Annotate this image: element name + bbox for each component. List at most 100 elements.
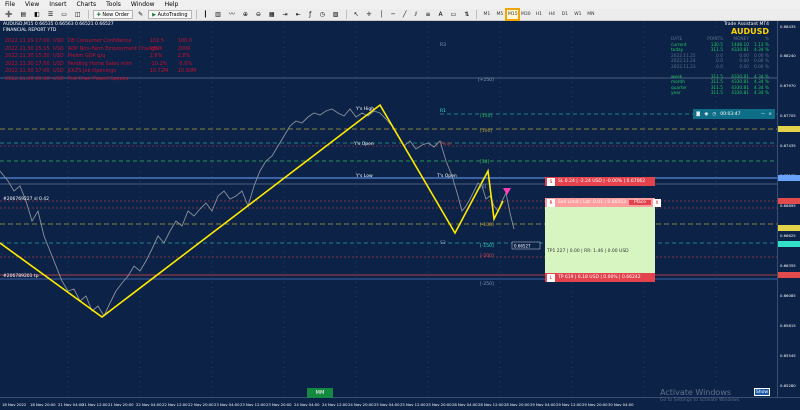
order-entry-tag[interactable]: R	[547, 198, 555, 207]
time-axis-label: 21 Nov 04:00	[58, 402, 84, 407]
tag-50: [50]	[480, 159, 489, 165]
news-currency: USD	[53, 60, 64, 67]
trendline-icon[interactable]: ╱	[400, 10, 410, 19]
vertical-line-icon[interactable]: │	[377, 10, 387, 19]
time-axis-label: 30 Nov 04:00	[608, 402, 634, 407]
bar-chart-icon[interactable]: ┃	[201, 10, 211, 19]
news-forecast	[150, 76, 174, 84]
menu-window[interactable]: Window	[126, 0, 160, 9]
menu-tools[interactable]: Tools	[101, 0, 126, 9]
arrows-icon[interactable]: ⇅	[461, 10, 472, 19]
timeframe-m30[interactable]: M30	[520, 10, 531, 19]
order-entry-label: Sell Limit | Lot: 0.01 | 0.66553	[558, 200, 626, 205]
minimize-icon[interactable]: —	[761, 112, 766, 117]
time-axis-label: 29 Nov 04:00	[530, 402, 556, 407]
timer-group: ◙ ◉ ◷ 00:03:47	[696, 112, 740, 117]
stats-row-year: year 311.5 4330.81 4.34 %	[649, 91, 769, 97]
menu-view[interactable]: View	[20, 0, 44, 9]
level-pivot-label: Pivot	[440, 141, 451, 147]
trade-assistant-panel: Trade Assistant MT4 AUDUSD DATE POINTS M…	[649, 22, 769, 97]
tile-icon[interactable]: ▦	[266, 10, 278, 19]
news-currency: USD	[53, 68, 64, 75]
fibonacci-icon[interactable]: ≡	[423, 10, 434, 19]
news-date: 2022.11.30 17:00	[5, 68, 50, 75]
menu-file[interactable]: File	[0, 0, 20, 9]
templates-icon[interactable]: ▧	[330, 10, 342, 19]
activate-windows-watermark: Activate Windows	[660, 388, 732, 397]
chart-canvas[interactable]: R3 R1 Pivot S3 Y's High Y's Open Y's Low…	[0, 21, 777, 397]
timeframe-h4[interactable]: H4	[546, 10, 557, 19]
news-previous: 200K	[177, 45, 191, 52]
toolbar-divider	[87, 10, 89, 19]
ts-open-label: T's Open	[436, 173, 457, 179]
crosshair-icon[interactable]: ✛	[364, 10, 375, 19]
tag-plus-250: [+250]	[478, 77, 494, 83]
metaeditor-icon[interactable]: ✎	[135, 10, 146, 19]
mm-button[interactable]: MM	[307, 388, 333, 398]
menu-insert[interactable]: Insert	[44, 0, 71, 9]
order-tp-tag[interactable]: L	[547, 273, 555, 282]
new-order-button[interactable]: ✚ New Order	[92, 10, 134, 19]
camera-icon[interactable]: ◙	[696, 112, 700, 117]
price-series-line	[0, 108, 515, 317]
label-icon[interactable]: ▭	[448, 10, 460, 19]
news-currency: USD	[53, 38, 64, 44]
chart-symbol-header: AUDUSD,M15 0.66535 0.66563 0.66521 0.665…	[3, 22, 114, 27]
timeframe-mn[interactable]: MN	[585, 10, 596, 19]
profiles-icon[interactable]: ▤	[17, 10, 29, 19]
timeframe-h1[interactable]: H1	[533, 10, 544, 19]
time-axis-label: 22 Nov 04:00	[136, 402, 162, 407]
price-tag-yellow	[778, 126, 800, 132]
news-currency: USD	[53, 75, 64, 82]
news-row: 2022.11.30 15:30 USD Prelim GDP q/q 2.6% 2.8…	[5, 53, 202, 61]
close-order-button[interactable]: X	[652, 198, 661, 207]
price-axis-label: 0.65280	[780, 383, 796, 388]
equidistant-channel-icon[interactable]: ⫽	[412, 10, 421, 19]
order-profit-zone-lower	[545, 256, 655, 273]
timeframe-m1[interactable]: M1	[481, 10, 492, 19]
timeframe-m5[interactable]: M5	[494, 10, 505, 19]
timeframe-d1[interactable]: D1	[559, 10, 570, 19]
place-button[interactable]: Place	[629, 200, 651, 205]
order-entry-row[interactable]: R Sell Limit | Lot: 0.01 | 0.66553 Place…	[545, 198, 661, 207]
new-order-label: New Order	[102, 11, 130, 18]
timeframe-w1[interactable]: W1	[572, 10, 583, 19]
news-previous: -5.0%	[177, 60, 193, 67]
tester-icon[interactable]: ◫	[72, 10, 84, 19]
horizontal-line-icon[interactable]: ─	[388, 10, 398, 19]
autoscroll-icon[interactable]: ⇥	[280, 10, 291, 19]
news-previous: 10.30M	[177, 68, 197, 75]
terminal-icon[interactable]: ▭	[58, 10, 70, 19]
chart-shift-icon[interactable]: ⇤	[293, 10, 304, 19]
stats-money: 4330.81	[731, 91, 749, 97]
news-forecast: -10.2%	[149, 60, 168, 67]
cursor-icon[interactable]: ↖	[351, 10, 362, 19]
price-axis-label: 0.68435	[780, 24, 796, 29]
menu-charts[interactable]: Charts	[72, 0, 102, 9]
time-axis-label: 23 Nov 20:00	[266, 402, 292, 407]
new-chart-icon[interactable]: ➕	[2, 10, 15, 19]
eye-icon[interactable]: ◉	[704, 112, 708, 117]
time-axis-label: 21 Nov 20:00	[108, 402, 134, 407]
market-watch-icon[interactable]: ◧	[31, 10, 43, 19]
news-row: 2022.11.30 17:00 USD Pending Home Sales m/…	[5, 61, 202, 69]
indicators-icon[interactable]: ƒ	[306, 10, 315, 19]
zoom-in-icon[interactable]: ⊕	[240, 10, 251, 19]
timeframe-m15[interactable]: M15	[505, 8, 521, 21]
periods-icon[interactable]: ◷	[317, 10, 328, 19]
candlestick-icon[interactable]: ▥	[212, 10, 224, 19]
line-chart-icon[interactable]: 〰	[226, 10, 238, 19]
autotrading-button[interactable]: ▶ AutoTrading	[148, 10, 192, 19]
close-icon[interactable]: ×	[768, 112, 772, 117]
order-tp1-row[interactable]: TP1 227 | 0.00 | RR: 1.46 | 0.00 USD	[545, 247, 655, 256]
text-icon[interactable]: A	[436, 10, 446, 19]
show-button[interactable]: Show	[754, 388, 770, 396]
zoom-out-icon[interactable]: ⊖	[253, 10, 264, 19]
order-sl-row[interactable]: S SL 0.24 | -2.24 USD | -0.00% | 0.67062	[545, 177, 655, 186]
order-tp-row[interactable]: L TP 619 | 6.18 USD | 0.00% | 0.66242	[545, 273, 655, 282]
menu-help[interactable]: Help	[160, 0, 184, 9]
news-date: 2022.11.29 17:00	[5, 38, 50, 44]
order-sl-tag[interactable]: S	[547, 177, 555, 186]
navigator-icon[interactable]: ☰	[45, 10, 56, 19]
order-sl-marker-label: #206769227 sl 0.42	[3, 196, 49, 202]
